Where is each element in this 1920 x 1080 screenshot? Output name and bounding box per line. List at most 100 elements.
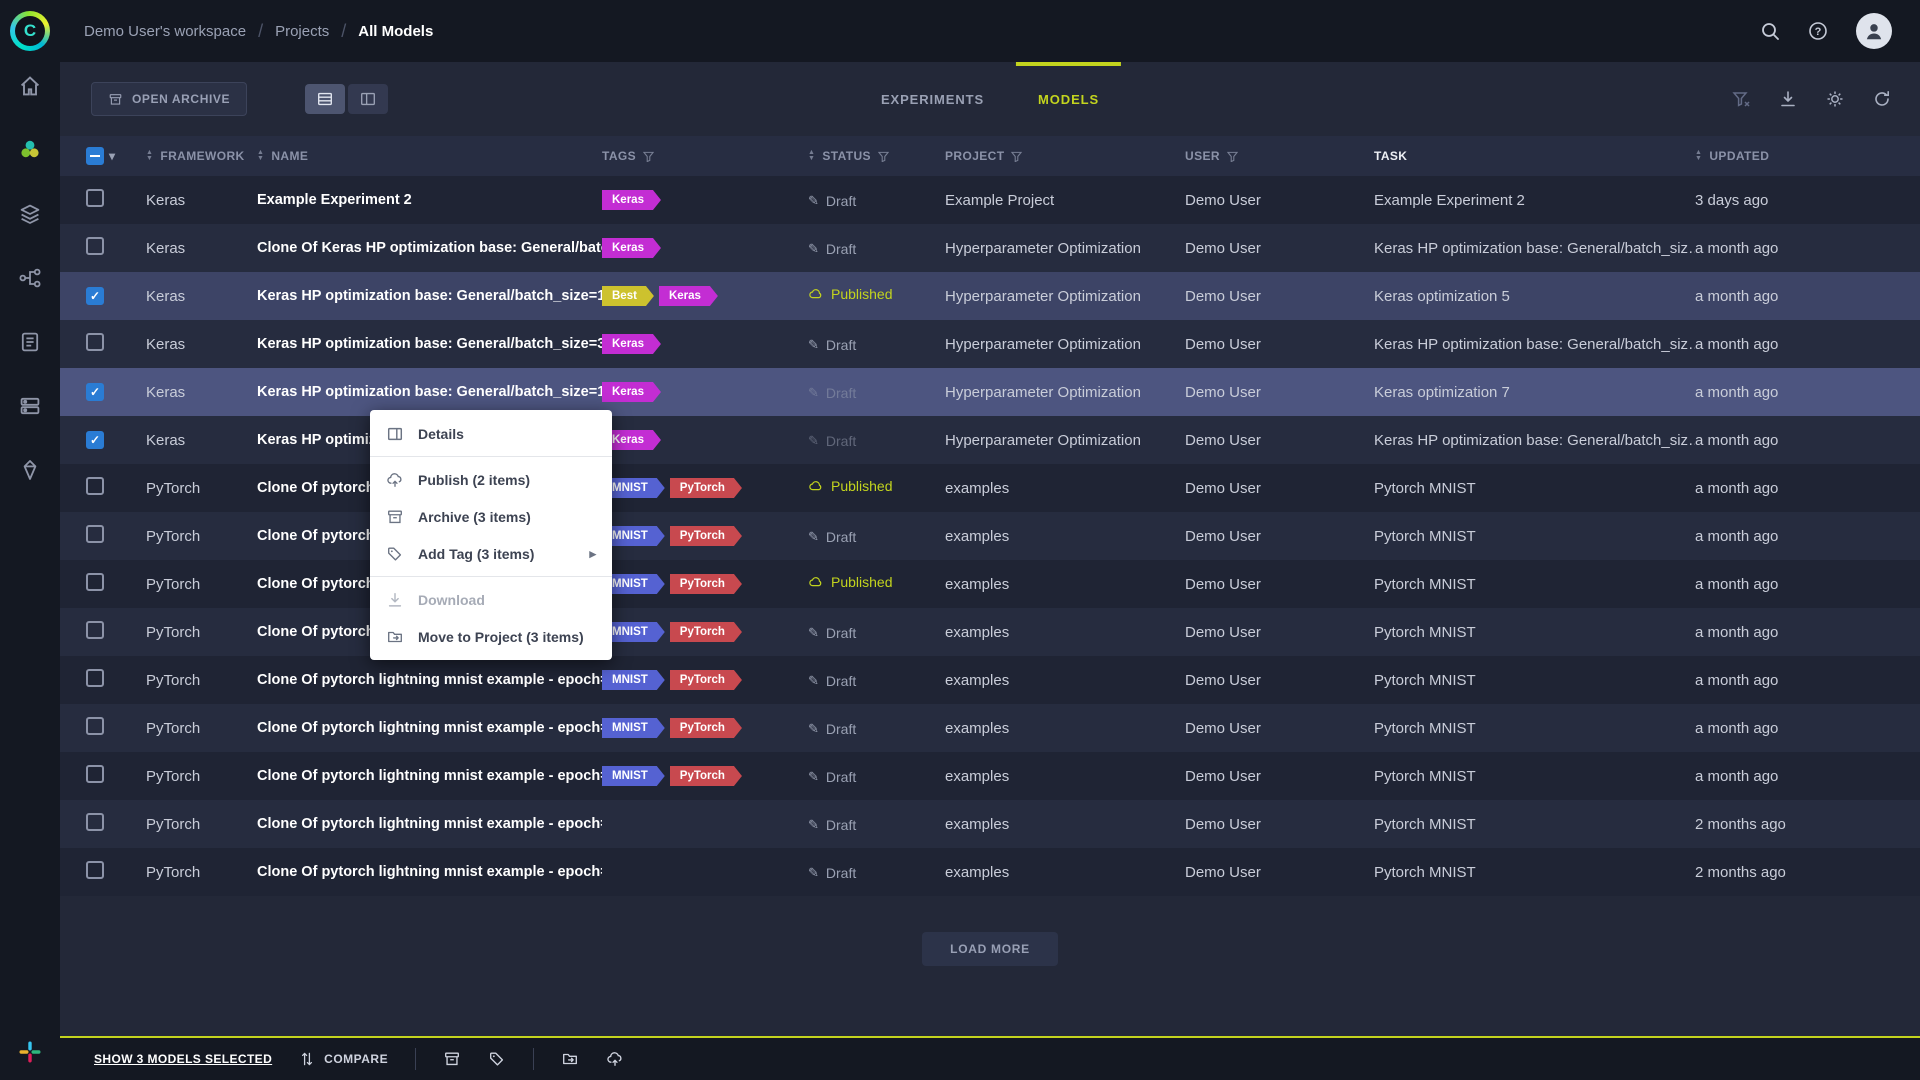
table-row[interactable]: Keras Keras HP optimization base: Genera… (60, 320, 1920, 368)
row-checkbox[interactable]: ✓ (86, 287, 104, 305)
column-header-updated[interactable]: ▲▼ UPDATED (1695, 149, 1920, 163)
menu-item-archive-3-items[interactable]: Archive (3 items) (370, 498, 612, 535)
breadcrumb-separator: / (341, 21, 346, 42)
open-archive-button[interactable]: OPEN ARCHIVE (91, 82, 247, 116)
column-header-name[interactable]: ▲▼ NAME (257, 149, 602, 163)
cell-status: ✎Draft (808, 336, 945, 353)
table-row[interactable]: PyTorch Clone Of pytorch lightning mnist… (60, 848, 1920, 896)
table-row[interactable]: ✓ Keras Keras HP optimization base: Gene… (60, 368, 1920, 416)
draft-pencil-icon: ✎ (808, 625, 819, 641)
footer-archive-icon[interactable] (443, 1050, 461, 1068)
table-row[interactable]: ✓ Keras Keras HP optimization base: Gene… (60, 416, 1920, 464)
column-header-status[interactable]: ▲▼ STATUS (808, 149, 945, 163)
menu-item-download[interactable]: Download (370, 581, 612, 618)
sidebar-item-home[interactable] (18, 74, 42, 98)
column-header-framework[interactable]: ▲▼ FRAMEWORK (146, 149, 257, 163)
settings-gear-icon[interactable] (1825, 89, 1845, 109)
clear-filters-icon[interactable] (1731, 89, 1751, 109)
cell-framework: PyTorch (146, 480, 257, 497)
table-row[interactable]: PyTorch Clone Of pytorch lightning mnist… (60, 656, 1920, 704)
divider (415, 1048, 416, 1070)
row-checkbox[interactable] (86, 861, 104, 879)
row-checkbox[interactable] (86, 669, 104, 687)
footer-tag-icon[interactable] (488, 1050, 506, 1068)
sidebar-item-pipelines[interactable] (18, 266, 42, 290)
toolbar-right (1731, 62, 1892, 136)
menu-item-details[interactable]: Details (370, 415, 612, 452)
table-row[interactable]: PyTorch Clone Of pytorch lightning mnist… (60, 800, 1920, 848)
download-table-icon[interactable] (1778, 89, 1798, 109)
filter-funnel-icon[interactable] (643, 151, 654, 162)
tab-models[interactable]: MODELS (1016, 62, 1121, 136)
table-row[interactable]: PyTorch Clone Of pytorch lightning mnist… (60, 704, 1920, 752)
cell-user: Demo User (1185, 240, 1374, 257)
download-icon (386, 591, 404, 609)
row-checkbox[interactable] (86, 333, 104, 351)
breadcrumb-item-projects[interactable]: Projects (275, 23, 329, 40)
column-header-task[interactable]: TASK (1374, 149, 1695, 163)
row-checkbox[interactable] (86, 717, 104, 735)
sidebar-item-projects[interactable] (18, 138, 42, 162)
table-row[interactable]: PyTorch Clone Of pytorch lightning mnist… (60, 464, 1920, 512)
row-checkbox[interactable] (86, 621, 104, 639)
topbar: Demo User's workspace/Projects/All Model… (60, 0, 1920, 62)
search-icon[interactable] (1760, 21, 1780, 41)
column-header-user[interactable]: USER (1185, 149, 1374, 163)
tab-experiments[interactable]: EXPERIMENTS (859, 62, 1006, 136)
row-checkbox[interactable] (86, 765, 104, 783)
sidebar-item-slack[interactable] (18, 1040, 42, 1064)
table-view-button[interactable] (305, 84, 345, 114)
help-icon[interactable]: ? (1808, 21, 1828, 41)
avatar[interactable] (1856, 13, 1892, 49)
menu-item-move-to-project-3-items[interactable]: Move to Project (3 items) (370, 618, 612, 655)
row-checkbox[interactable] (86, 189, 104, 207)
footer-publish-icon[interactable] (606, 1050, 624, 1068)
table-row[interactable]: PyTorch Clone Of pytorch lightning mnist… (60, 560, 1920, 608)
clearml-logo[interactable]: C (10, 11, 50, 51)
menu-item-publish-2-items[interactable]: Publish (2 items) (370, 461, 612, 498)
filter-funnel-icon[interactable] (878, 151, 889, 162)
table-header: ▾ ▲▼ FRAMEWORK ▲▼ NAME TAGS ▲▼ STATUS PR… (60, 136, 1920, 176)
cell-tags: BestKeras (602, 286, 808, 306)
row-checkbox[interactable] (86, 237, 104, 255)
table-row[interactable]: Keras Clone Of Keras HP optimization bas… (60, 224, 1920, 272)
row-checkbox[interactable] (86, 813, 104, 831)
select-dropdown-icon[interactable]: ▾ (109, 149, 115, 163)
row-checkbox[interactable] (86, 477, 104, 495)
draft-pencil-icon: ✎ (808, 385, 819, 401)
row-checkbox[interactable] (86, 573, 104, 591)
filter-funnel-icon[interactable] (1227, 151, 1238, 162)
filter-funnel-icon[interactable] (1011, 151, 1022, 162)
show-selected-link[interactable]: SHOW 3 MODELS SELECTED (94, 1052, 272, 1066)
cell-task: Pytorch MNIST (1374, 672, 1695, 689)
sidebar-item-workers[interactable] (18, 394, 42, 418)
datasets-icon (18, 202, 42, 226)
select-all-checkbox[interactable] (86, 147, 104, 165)
refresh-icon[interactable] (1872, 89, 1892, 109)
column-header-tags[interactable]: TAGS (602, 149, 808, 163)
compare-button[interactable]: COMPARE (299, 1051, 388, 1067)
column-header-project[interactable]: PROJECT (945, 149, 1185, 163)
footer-move-icon[interactable] (561, 1050, 579, 1068)
menu-item-add-tag-3-items[interactable]: Add Tag (3 items) ▸ (370, 535, 612, 572)
cell-project: examples (945, 720, 1185, 737)
table-row[interactable]: Keras Example Experiment 2 Keras ✎Draft … (60, 176, 1920, 224)
row-checkbox[interactable]: ✓ (86, 431, 104, 449)
table-row[interactable]: ✓ Keras Keras HP optimization base: Gene… (60, 272, 1920, 320)
table-row[interactable]: PyTorch Clone Of pytorch lightning mnist… (60, 608, 1920, 656)
tag-keras: Keras (659, 286, 718, 306)
row-checkbox[interactable] (86, 525, 104, 543)
row-checkbox[interactable]: ✓ (86, 383, 104, 401)
draft-pencil-icon: ✎ (808, 817, 819, 833)
breadcrumb-item-demo-user-s-workspace[interactable]: Demo User's workspace (84, 23, 246, 40)
sidebar-item-datasets[interactable] (18, 202, 42, 226)
table-row[interactable]: PyTorch Clone Of pytorch lightning mnist… (60, 512, 1920, 560)
cell-tags: Keras (602, 382, 808, 402)
cell-tags: MNISTPyTorch (602, 718, 808, 738)
sidebar-item-applications[interactable] (18, 458, 42, 482)
cell-updated: a month ago (1695, 528, 1920, 545)
split-view-button[interactable] (348, 84, 388, 114)
table-row[interactable]: PyTorch Clone Of pytorch lightning mnist… (60, 752, 1920, 800)
sidebar-item-reports[interactable] (18, 330, 42, 354)
load-more-button[interactable]: LOAD MORE (922, 932, 1058, 966)
